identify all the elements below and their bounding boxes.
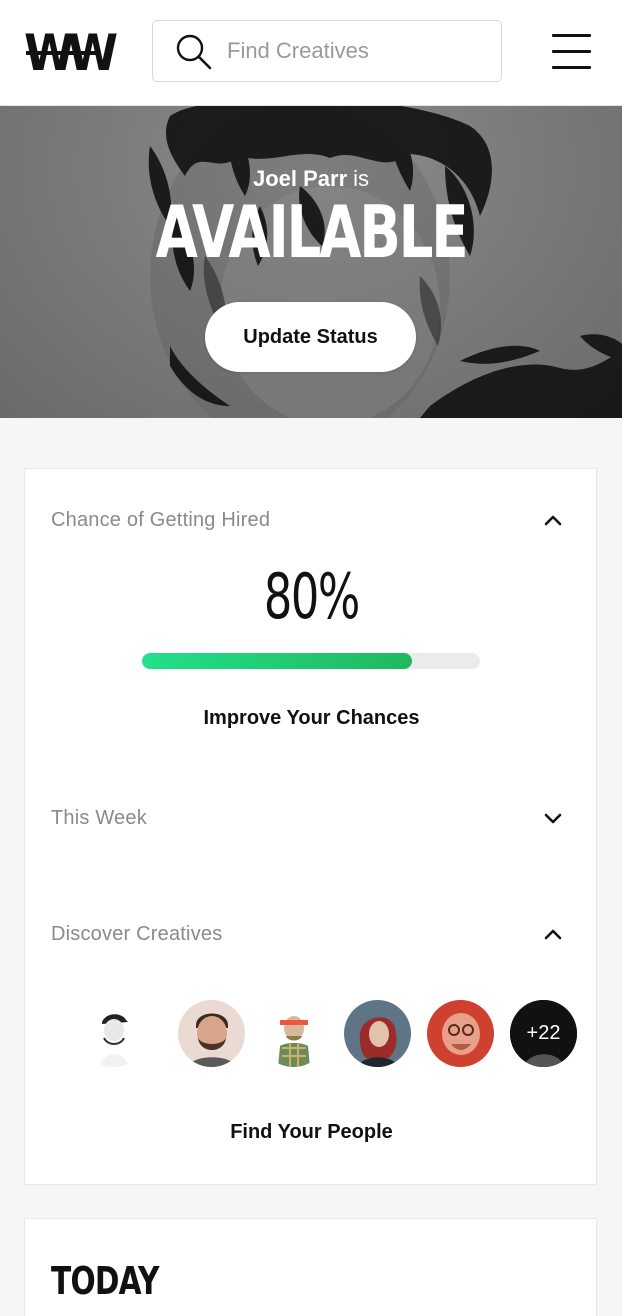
today-card: TODAY <box>24 1218 597 1316</box>
ww-logo[interactable]: WW <box>24 27 118 79</box>
improve-chances-link[interactable]: Improve Your Chances <box>25 707 598 730</box>
chevron-up-icon[interactable] <box>541 922 565 946</box>
this-week-label: This Week <box>51 807 147 829</box>
avatar[interactable] <box>427 1000 494 1067</box>
find-your-people-link[interactable]: Find Your People <box>25 1121 598 1144</box>
avatar[interactable] <box>80 1000 147 1067</box>
logo-strike <box>26 51 100 55</box>
top-header: WW <box>0 0 622 106</box>
discover-creatives-label: Discover Creatives <box>51 923 223 945</box>
creative-avatars-row: +22 <box>80 1000 577 1068</box>
more-count: +22 <box>526 1022 561 1044</box>
avatar[interactable] <box>260 1000 327 1067</box>
search-box[interactable] <box>152 20 502 82</box>
more-creatives-avatar[interactable]: +22 <box>510 1000 577 1067</box>
hire-chance-progress-bar <box>142 653 480 669</box>
chevron-up-icon[interactable] <box>541 508 565 532</box>
hamburger-menu-icon[interactable] <box>550 30 594 74</box>
progress-fill <box>142 653 413 669</box>
dashboard-card: Chance of Getting Hired 80% Improve Your… <box>24 468 597 1185</box>
menu-bar-top <box>552 34 591 37</box>
availability-status: AVAILABLE <box>155 190 469 274</box>
menu-bar-bottom <box>552 66 591 69</box>
search-icon <box>175 33 213 71</box>
avatar[interactable] <box>178 1000 245 1067</box>
status-hero: Joel Parr is AVAILABLE Update Status <box>0 106 622 418</box>
search-input[interactable] <box>227 21 489 80</box>
update-status-button[interactable]: Update Status <box>205 302 416 372</box>
today-title: TODAY <box>51 1259 159 1303</box>
menu-bar-middle <box>552 50 591 53</box>
chevron-down-icon[interactable] <box>541 806 565 830</box>
avatar[interactable] <box>344 1000 411 1067</box>
hire-chance-percent: 80% <box>263 560 360 633</box>
hire-chance-label: Chance of Getting Hired <box>51 509 271 531</box>
